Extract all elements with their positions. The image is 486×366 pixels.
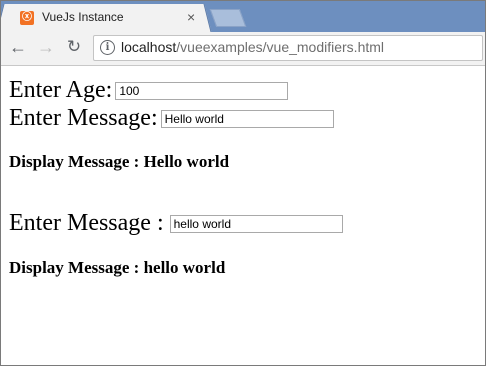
- info-icon[interactable]: i: [100, 40, 115, 55]
- url-host: localhost: [121, 39, 177, 55]
- age-row: Enter Age:: [9, 76, 289, 104]
- message2-label: Enter Message :: [9, 210, 164, 236]
- browser-window: ⓧ VueJs Instance × ← → ↻ i localhost/vue…: [0, 0, 486, 366]
- message2-row: Enter Message :: [9, 209, 343, 237]
- browser-toolbar: ← → ↻ i localhost/vueexamples/vue_modifi…: [1, 32, 485, 66]
- tab-title: VueJs Instance: [42, 10, 124, 24]
- message-row: Enter Message:: [9, 104, 334, 132]
- message-label: Enter Message:: [9, 105, 158, 131]
- xampp-favicon-icon: ⓧ: [20, 11, 34, 25]
- message2-input[interactable]: [169, 215, 343, 234]
- page-content: Enter Age: Enter Message: Display Messag…: [1, 66, 485, 365]
- age-label: Enter Age:: [9, 77, 113, 103]
- display-message-2: Display Message : hello world: [9, 258, 226, 277]
- tab-close-icon[interactable]: ×: [187, 9, 195, 25]
- address-bar[interactable]: i localhost/vueexamples/vue_modifiers.ht…: [93, 35, 483, 61]
- new-tab-button[interactable]: [209, 9, 247, 27]
- age-input[interactable]: [115, 82, 289, 101]
- forward-arrow-icon[interactable]: →: [35, 36, 57, 58]
- display-message-1: Display Message : Hello world: [9, 152, 230, 171]
- back-arrow-icon[interactable]: ←: [7, 36, 29, 58]
- message-input[interactable]: [160, 110, 334, 129]
- tab-vuejs-instance[interactable]: ⓧ VueJs Instance ×: [6, 4, 202, 32]
- reload-icon[interactable]: ↻: [63, 36, 85, 58]
- url-text[interactable]: localhost/vueexamples/vue_modifiers.html: [121, 39, 384, 55]
- tab-strip: ⓧ VueJs Instance ×: [1, 1, 485, 32]
- url-path: /vueexamples/vue_modifiers.html: [176, 39, 385, 55]
